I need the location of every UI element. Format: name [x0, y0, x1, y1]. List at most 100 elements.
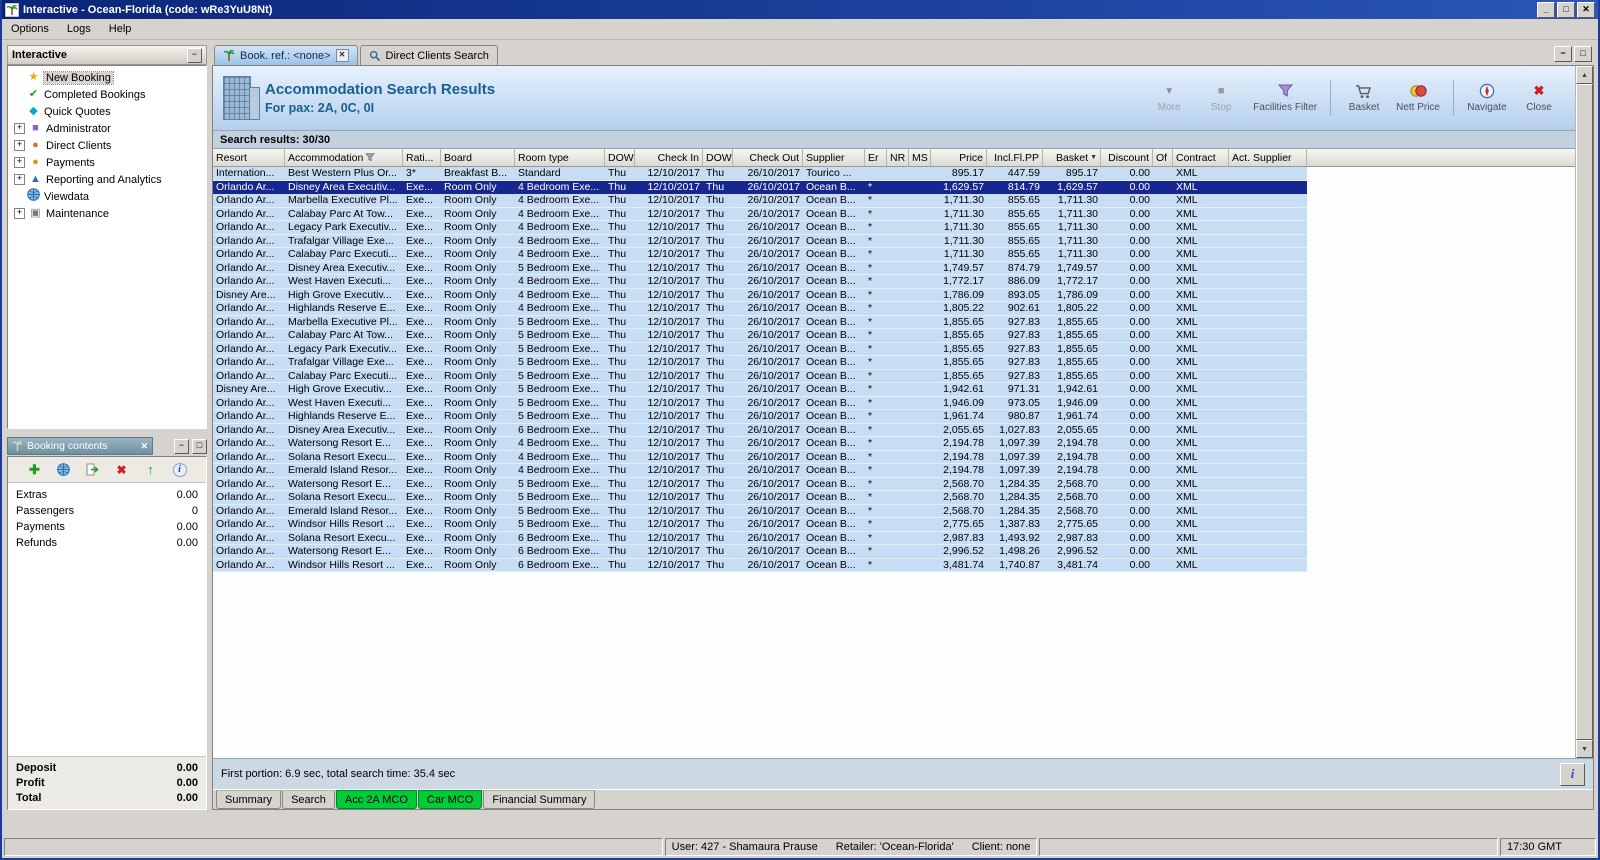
column-header-incl-fl-pp[interactable]: Incl.Fl.PP	[987, 149, 1043, 166]
expand-plus-icon[interactable]: +	[14, 174, 25, 185]
result-row[interactable]: Orlando Ar...Trafalgar Village Exe...Exe…	[213, 235, 1307, 249]
upload-button[interactable]: ↑	[143, 462, 159, 478]
expand-plus-icon[interactable]: +	[14, 208, 25, 219]
delete-button[interactable]: ✖	[114, 462, 130, 478]
stop-button[interactable]: ■Stop	[1195, 83, 1247, 113]
result-row[interactable]: Orlando Ar...Legacy Park Executiv...Exe.…	[213, 343, 1307, 357]
sidebar-item-administrator[interactable]: +■Administrator	[8, 120, 206, 137]
column-header-rati[interactable]: Rati...	[403, 149, 441, 166]
result-row[interactable]: Internation...Best Western Plus Or...3*B…	[213, 167, 1307, 181]
close-button[interactable]: ✕	[1577, 2, 1595, 18]
column-header-act-supplier[interactable]: Act. Supplier	[1229, 149, 1307, 166]
result-row[interactable]: Orlando Ar...Solana Resort Execu...Exe..…	[213, 451, 1307, 465]
maximize-button[interactable]: □	[1557, 2, 1575, 18]
mdi-restore-button[interactable]: □	[1574, 46, 1592, 62]
booking-row-refunds[interactable]: Refunds0.00	[8, 535, 206, 551]
booking-row-passengers[interactable]: Passengers0	[8, 503, 206, 519]
result-row[interactable]: Orlando Ar...Calabay Parc Executi...Exe.…	[213, 370, 1307, 384]
result-row[interactable]: Orlando Ar...Disney Area Executiv...Exe.…	[213, 181, 1307, 195]
collapse-panel-button[interactable]: −	[187, 48, 202, 63]
result-row[interactable]: Orlando Ar...West Haven Executi...Exe...…	[213, 275, 1307, 289]
close-button[interactable]: ✖Close	[1513, 83, 1565, 113]
result-row[interactable]: Orlando Ar...Legacy Park Executiv...Exe.…	[213, 221, 1307, 235]
result-row[interactable]: Orlando Ar...Solana Resort Execu...Exe..…	[213, 491, 1307, 505]
more-button[interactable]: ▼More	[1143, 83, 1195, 113]
sidebar-item-payments[interactable]: +●Payments	[8, 154, 206, 171]
info-button[interactable]: i	[172, 462, 188, 478]
sidebar-item-direct-clients[interactable]: +●Direct Clients	[8, 137, 206, 154]
expand-plus-icon[interactable]: +	[14, 140, 25, 151]
result-row[interactable]: Orlando Ar...Solana Resort Execu...Exe..…	[213, 532, 1307, 546]
bottom-tab-car-mco[interactable]: Car MCO	[418, 790, 482, 809]
column-header-resort[interactable]: Resort	[213, 149, 285, 166]
filter-icon[interactable]	[365, 153, 375, 162]
booking-restore-button[interactable]: □	[192, 439, 207, 454]
booking-row-payments[interactable]: Payments0.00	[8, 519, 206, 535]
column-header-check-out[interactable]: Check Out	[733, 149, 803, 166]
column-header-board[interactable]: Board	[441, 149, 515, 166]
column-header-contract[interactable]: Contract	[1173, 149, 1229, 166]
column-header-dow[interactable]: DOW	[703, 149, 733, 166]
bottom-tab-financial-summary[interactable]: Financial Summary	[483, 790, 595, 809]
column-header-supplier[interactable]: Supplier	[803, 149, 865, 166]
add-button[interactable]: ✚	[27, 462, 43, 478]
booking-contents-titlebar[interactable]: Booking contents ✕	[7, 437, 153, 455]
sidebar-item-new-booking[interactable]: ★New Booking	[8, 69, 206, 86]
result-row[interactable]: Orlando Ar...Calabay Parc Executi...Exe.…	[213, 248, 1307, 262]
column-header-ms[interactable]: MS	[909, 149, 931, 166]
tab-book-ref-none[interactable]: Book. ref.: <none>✕	[214, 45, 358, 65]
bottom-tab-search[interactable]: Search	[282, 790, 335, 809]
facilities-filter-button[interactable]: Facilities Filter	[1247, 83, 1323, 113]
column-header-accommodation[interactable]: Accommodation	[285, 149, 403, 166]
result-row[interactable]: Orlando Ar...Emerald Island Resor...Exe.…	[213, 505, 1307, 519]
result-row[interactable]: Orlando Ar...Calabay Parc At Tow...Exe..…	[213, 329, 1307, 343]
globe-button[interactable]	[56, 462, 72, 478]
result-row[interactable]: Orlando Ar...West Haven Executi...Exe...…	[213, 397, 1307, 411]
minimize-button[interactable]: _	[1537, 2, 1555, 18]
info-button[interactable]: i	[1560, 763, 1585, 786]
result-row[interactable]: Disney Are...High Grove Executiv...Exe..…	[213, 289, 1307, 303]
column-header-discount[interactable]: Discount	[1101, 149, 1153, 166]
result-row[interactable]: Orlando Ar...Marbella Executive Pl...Exe…	[213, 316, 1307, 330]
sidebar-item-maintenance[interactable]: +▣Maintenance	[8, 205, 206, 222]
result-row[interactable]: Orlando Ar...Windsor Hills Resort ...Exe…	[213, 518, 1307, 532]
result-row[interactable]: Disney Are...High Grove Executiv...Exe..…	[213, 383, 1307, 397]
result-row[interactable]: Orlando Ar...Trafalgar Village Exe...Exe…	[213, 356, 1307, 370]
sidebar-item-quick-quotes[interactable]: ◆Quick Quotes	[8, 103, 206, 120]
nett-price-button[interactable]: Nett Price	[1390, 83, 1446, 113]
result-row[interactable]: Orlando Ar...Calabay Parc At Tow...Exe..…	[213, 208, 1307, 222]
scrollbar-thumb[interactable]	[1576, 84, 1593, 740]
result-row[interactable]: Orlando Ar...Watersong Resort E...Exe...…	[213, 437, 1307, 451]
result-row[interactable]: Orlando Ar...Windsor Hills Resort ...Exe…	[213, 559, 1307, 573]
column-header-nr[interactable]: NR	[887, 149, 909, 166]
result-row[interactable]: Orlando Ar...Watersong Resort E...Exe...…	[213, 478, 1307, 492]
basket-button[interactable]: Basket	[1338, 83, 1390, 113]
navigate-button[interactable]: Navigate	[1461, 83, 1513, 113]
expand-plus-icon[interactable]: +	[14, 157, 25, 168]
sidebar-item-viewdata[interactable]: Viewdata	[8, 188, 206, 205]
column-header-of[interactable]: Of	[1153, 149, 1173, 166]
booking-close-icon[interactable]: ✕	[140, 441, 148, 452]
menu-logs[interactable]: Logs	[58, 21, 100, 37]
expand-plus-icon[interactable]: +	[14, 123, 25, 134]
column-header-room-type[interactable]: Room type	[515, 149, 605, 166]
scroll-down-icon[interactable]: ▼	[1576, 740, 1593, 758]
result-row[interactable]: Orlando Ar...Emerald Island Resor...Exe.…	[213, 464, 1307, 478]
column-header-price[interactable]: Price	[931, 149, 987, 166]
tab-direct-clients-search[interactable]: Direct Clients Search	[360, 45, 498, 65]
export-button[interactable]	[85, 462, 101, 478]
tab-close-icon[interactable]: ✕	[336, 49, 349, 62]
bottom-tab-summary[interactable]: Summary	[216, 790, 281, 809]
vertical-scrollbar[interactable]: ▲ ▼	[1575, 66, 1593, 758]
booking-minimize-button[interactable]: −	[174, 439, 189, 454]
result-row[interactable]: Orlando Ar...Highlands Reserve E...Exe..…	[213, 410, 1307, 424]
menu-help[interactable]: Help	[100, 21, 141, 37]
bottom-tab-acc-2a-mco[interactable]: Acc 2A MCO	[336, 790, 417, 809]
sidebar-item-completed-bookings[interactable]: ✔Completed Bookings	[8, 86, 206, 103]
result-row[interactable]: Orlando Ar...Watersong Resort E...Exe...…	[213, 545, 1307, 559]
result-row[interactable]: Orlando Ar...Marbella Executive Pl...Exe…	[213, 194, 1307, 208]
mdi-minimize-button[interactable]: −	[1554, 46, 1572, 62]
column-header-check-in[interactable]: Check In	[635, 149, 703, 166]
column-header-er[interactable]: Er	[865, 149, 887, 166]
result-row[interactable]: Orlando Ar...Highlands Reserve E...Exe..…	[213, 302, 1307, 316]
